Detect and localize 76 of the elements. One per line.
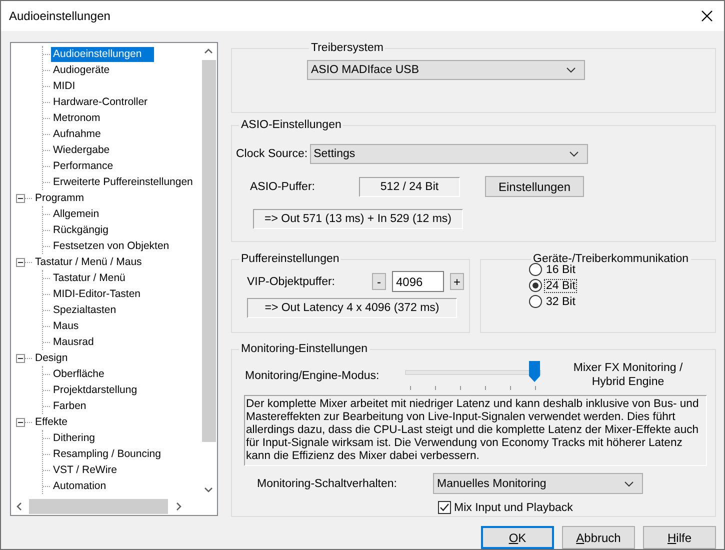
switch-mode-label: Monitoring-Schaltverhalten: [257,478,398,490]
tree-item[interactable]: Projektdarstellung [51,382,140,398]
close-icon[interactable] [701,10,713,22]
scroll-down-icon[interactable] [204,487,213,493]
tree-item[interactable]: MIDI-Editor-Tasten [51,286,143,302]
description-text: Der komplette Mixer arbeitet mit niedriger Latenz und kann deshalb inklusive von Bus- und Mastereffekten zur Bearbeitung von Live-Input-Signalen verwendet werden. Dies führt allerdings dazu, dass die CPU-Last steigt und die komplette Latenz der Mixer-Effekte auch für Input-Signale wirksam ist. Die Verwendung von Economy Tracks mit höherer Latenz kann die Effizienz des Mixer dabei verbessern. [244,395,707,466]
collapse-icon[interactable] [16,354,25,362]
collapse-icon[interactable] [16,194,25,202]
radio-label[interactable]: 24 Bit [544,278,578,292]
clock-source-label: Clock Source: [236,148,308,160]
group-title: Monitoring-Einstellungen [240,343,369,355]
tree-item[interactable]: Festsetzen von Objekten [51,238,172,254]
switch-mode-dropdown[interactable]: Manuelles Monitoring [433,473,643,494]
tree-item[interactable]: Performance [51,158,116,174]
tree-item[interactable]: VST / ReWire [51,462,119,478]
settings-button[interactable]: Einstellungen [485,176,584,197]
tree-item[interactable]: Hardware-Controller [51,94,150,110]
collapse-icon[interactable] [16,418,25,426]
asio-buffer-value: 512 / 24 Bit [359,176,460,196]
vip-buffer-label: VIP-Objektpuffer: [247,276,336,288]
tree-item[interactable]: Dithering [51,430,98,446]
tree-item[interactable]: Spezialtasten [51,302,118,318]
engine-mode-value: Mixer FX Monitoring / Hybrid Engine [572,361,684,389]
radio-label[interactable]: 32 Bit [544,294,578,308]
tree-item[interactable]: Automation [51,478,108,494]
tree-item[interactable]: Oberfläche [51,366,106,382]
engine-mode-slider[interactable] [405,361,541,391]
tree-item[interactable]: Erweiterte Puffereinstellungen [51,174,195,190]
tree-item[interactable]: Design [33,350,70,366]
tree-item[interactable]: Tastatur / Menü / Maus [33,254,144,270]
latency-readout: => Out 571 (13 ms) + In 529 (12 ms) [253,209,463,229]
tree-item[interactable]: Mausrad [51,334,96,350]
scroll-left-icon[interactable] [16,502,22,511]
dropdown-caret-icon [568,151,579,157]
group-title: Treibersystem [310,42,384,54]
asio-buffer-label: ASIO-Puffer: [250,180,316,192]
tree-item[interactable]: Audiogeräte [51,62,112,78]
collapse-icon[interactable] [16,258,25,266]
slider-thumb[interactable] [529,361,540,382]
decrement-button[interactable]: - [372,273,386,290]
dialog-button[interactable]: Hilfe [643,526,716,549]
dialog-button[interactable]: Abbruch [562,526,635,549]
tree-item[interactable]: Allgemein [51,206,102,222]
radio-button[interactable] [529,295,542,308]
checkbox-label[interactable]: Mix Input und Playback [454,502,573,514]
group-title: Geräte-/Treiberkommunikation [532,253,690,265]
checkbox[interactable] [438,501,451,514]
tree-item[interactable]: Programm [33,190,86,206]
tree-item[interactable]: Aufnahme [51,126,103,142]
dropdown-caret-icon [624,480,634,486]
clock-source-dropdown[interactable]: Settings [310,144,588,164]
dialog-button[interactable]: OK [481,526,554,549]
scroll-up-icon[interactable] [204,48,213,54]
tree-item[interactable]: Maus [51,318,81,334]
tree-item[interactable]: Rückgängig [51,222,110,238]
tree-item[interactable]: Audioeinstellungen [51,46,154,62]
latency-readout: => Out Latency 4 x 4096 (372 ms) [247,298,457,318]
radio-button[interactable] [529,263,542,276]
scroll-right-icon[interactable] [176,502,182,511]
tree-item[interactable]: Resampling / Bouncing [51,446,163,462]
radio-button[interactable] [529,279,542,292]
window-title: Audioeinstellungen [9,9,110,23]
tree-item[interactable]: Metronom [51,110,102,126]
tree-item[interactable]: Effekte [33,414,70,430]
buffer-size-field[interactable]: 4096 [392,271,444,292]
engine-mode-label: Monitoring/Engine-Modus: [245,370,380,382]
tree-item[interactable]: Tastatur / Menü [51,270,128,286]
driver-dropdown[interactable]: ASIO MADIface USB [307,60,585,80]
group-title: ASIO-Einstellungen [240,119,342,131]
group-title: Puffereinstellungen [240,253,340,265]
increment-button[interactable]: + [450,273,464,290]
radio-label[interactable]: 16 Bit [544,262,578,276]
tree-item[interactable]: Wiedergabe [51,142,112,158]
tree-item[interactable]: Farben [51,398,88,414]
dropdown-caret-icon [566,67,576,73]
tree-item[interactable]: MIDI [51,78,78,94]
